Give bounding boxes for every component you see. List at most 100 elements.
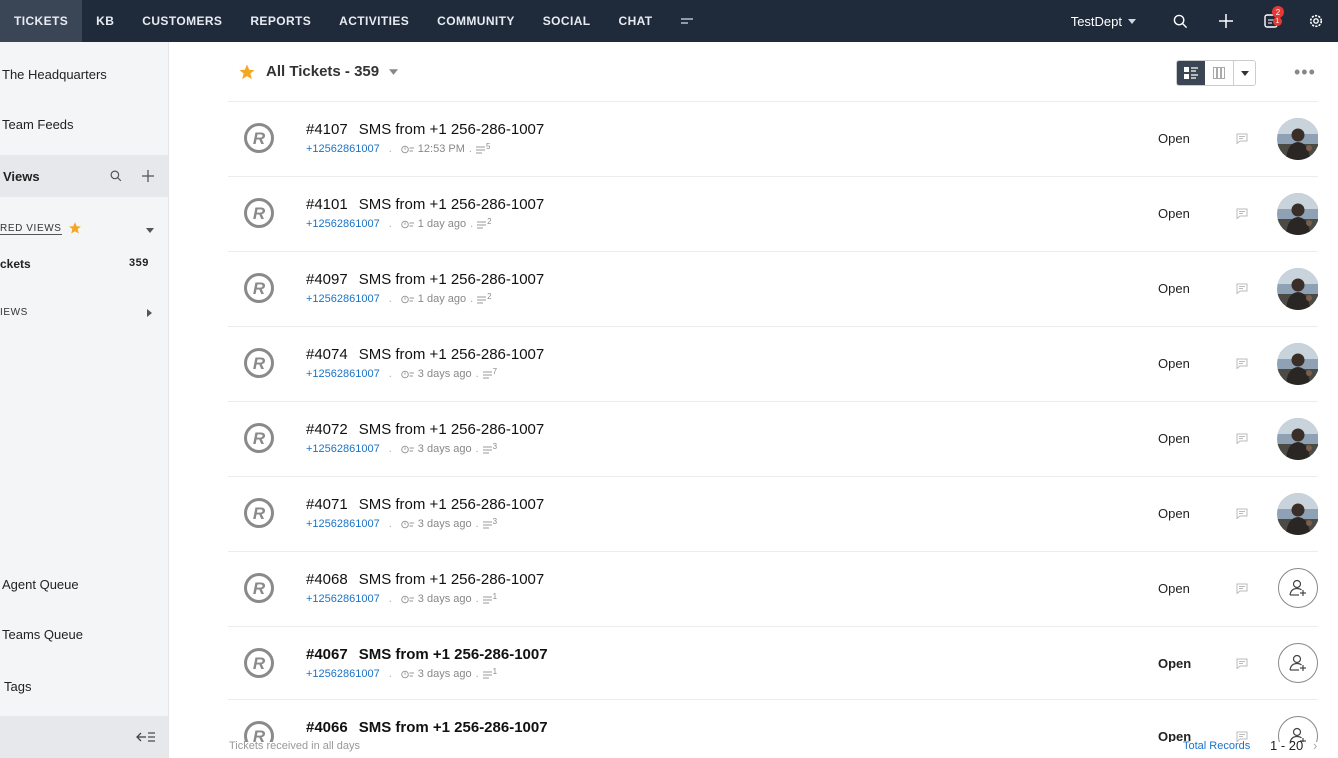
ticket-number: #4066 [306, 719, 348, 736]
tab-tickets[interactable]: TICKETS [0, 0, 83, 42]
agent-avatar[interactable] [1277, 118, 1318, 160]
sidebar-item-team-feeds[interactable]: Team Feeds [2, 117, 74, 132]
tab-chat[interactable]: CHAT [605, 0, 667, 42]
meta-separator: . [388, 218, 392, 230]
tab-activities[interactable]: ACTIVITIES [325, 0, 423, 42]
sidebar-item-tags[interactable]: Tags [4, 679, 31, 694]
ticket-title[interactable]: #4101 SMS from +1 256-286-1007 [306, 196, 544, 213]
contact-logo-icon: R [244, 198, 274, 228]
tab-kb[interactable]: KB [82, 0, 128, 42]
department-selector[interactable]: TestDept [1071, 14, 1136, 29]
ticket-title[interactable]: #4071 SMS from +1 256-286-1007 [306, 496, 544, 513]
meta-separator: . [388, 518, 392, 530]
clock-icon [400, 370, 414, 378]
caret-down-icon[interactable] [146, 228, 154, 233]
more-tabs-icon[interactable] [667, 0, 707, 42]
comment-icon[interactable] [1236, 358, 1248, 369]
sidebar-item-all-tickets[interactable]: ckets [0, 257, 31, 271]
comment-icon[interactable] [1236, 508, 1248, 519]
thread-count: 5 [485, 141, 491, 151]
ticket-title[interactable]: #4066 SMS from +1 256-286-1007 [306, 719, 548, 736]
ticket-row[interactable]: R #4067 SMS from +1 256-286-1007 +1256286… [228, 627, 1318, 700]
search-icon[interactable] [110, 170, 122, 182]
agent-avatar[interactable] [1277, 493, 1318, 535]
status-label[interactable]: Open [1158, 131, 1190, 146]
agent-avatar[interactable] [1277, 193, 1318, 235]
ticket-title[interactable]: #4074 SMS from +1 256-286-1007 [306, 346, 544, 363]
ticket-title[interactable]: #4097 SMS from +1 256-286-1007 [306, 271, 544, 288]
ticket-subject: SMS from +1 256-286-1007 [358, 571, 545, 588]
collapse-sidebar-icon[interactable] [136, 731, 156, 743]
sidebar-item-headquarters[interactable]: The Headquarters [2, 67, 107, 82]
starred-views-label[interactable]: RED VIEWS [0, 223, 62, 235]
caret-right-icon[interactable] [147, 309, 152, 317]
layout-dropdown-button[interactable] [1233, 61, 1255, 85]
agent-avatar[interactable] [1277, 268, 1318, 310]
meta-separator: . [388, 668, 392, 680]
ticket-title[interactable]: #4072 SMS from +1 256-286-1007 [306, 421, 544, 438]
ticket-row[interactable]: R #4097 SMS from +1 256-286-1007 +1256286… [228, 252, 1318, 327]
assign-agent-button[interactable] [1278, 643, 1318, 683]
assign-agent-button[interactable] [1278, 568, 1318, 608]
tab-reports[interactable]: REPORTS [236, 0, 325, 42]
comment-icon[interactable] [1236, 433, 1248, 444]
ticket-title[interactable]: #4067 SMS from +1 256-286-1007 [306, 646, 548, 663]
collapse-sidebar-bar[interactable] [0, 716, 168, 758]
ticket-row[interactable]: R #4072 SMS from +1 256-286-1007 +1256286… [228, 402, 1318, 477]
ticket-row[interactable]: R #4101 SMS from +1 256-286-1007 +1256286… [228, 177, 1318, 252]
contact-phone-link[interactable]: +12562861007 [306, 293, 380, 305]
contact-phone-link[interactable]: +12562861007 [306, 518, 380, 530]
status-label[interactable]: Open [1158, 656, 1191, 671]
tab-social[interactable]: SOCIAL [529, 0, 605, 42]
agent-avatar[interactable] [1277, 418, 1318, 460]
more-options-icon[interactable]: ••• [1294, 62, 1316, 83]
caret-down-icon[interactable] [389, 68, 399, 75]
ticket-row[interactable]: R #4071 SMS from +1 256-286-1007 +1256286… [228, 477, 1318, 552]
ticket-time: 3 days ago [417, 518, 472, 530]
list-view-button[interactable] [1177, 61, 1205, 85]
comment-icon[interactable] [1236, 208, 1248, 219]
ticket-title[interactable]: #4107 SMS from +1 256-286-1007 [306, 121, 544, 138]
search-icon[interactable] [1158, 0, 1203, 42]
agent-avatar[interactable] [1277, 343, 1318, 385]
contact-phone-link[interactable]: +12562861007 [306, 143, 380, 155]
meta-separator: . [475, 668, 479, 680]
tab-community[interactable]: COMMUNITY [423, 0, 529, 42]
status-label[interactable]: Open [1158, 506, 1190, 521]
status-label[interactable]: Open [1158, 206, 1190, 221]
contact-phone-link[interactable]: +12562861007 [306, 368, 380, 380]
contact-phone-link[interactable]: +12562861007 [306, 593, 380, 605]
star-icon[interactable] [238, 63, 256, 81]
ticket-row[interactable]: R #4066SMS from +1 256-286-1007 . . Open [228, 700, 1318, 742]
status-label[interactable]: Open [1158, 431, 1190, 446]
ticket-row[interactable]: R #4068 SMS from +1 256-286-1007 +1256286… [228, 552, 1318, 627]
svg-text:R: R [253, 579, 266, 598]
comment-icon[interactable] [1236, 658, 1248, 669]
view-title[interactable]: All Tickets - 359 [266, 63, 379, 80]
sidebar-item-teams-queue[interactable]: Teams Queue [2, 627, 83, 642]
contact-phone-link[interactable]: +12562861007 [306, 668, 380, 680]
other-views-label[interactable]: IEWS [0, 307, 28, 318]
comment-icon[interactable] [1236, 133, 1248, 144]
notifications-icon[interactable]: 2 1 [1248, 0, 1293, 42]
contact-phone-link[interactable]: +12562861007 [306, 218, 380, 230]
contact-phone-link[interactable]: +12562861007 [306, 443, 380, 455]
gear-icon[interactable] [1293, 0, 1338, 42]
comment-icon[interactable] [1236, 583, 1248, 594]
status-label[interactable]: Open [1158, 281, 1190, 296]
ticket-title[interactable]: #4068 SMS from +1 256-286-1007 [306, 571, 544, 588]
star-icon [69, 222, 81, 234]
ticket-row[interactable]: R #4074 SMS from +1 256-286-1007 +1256286… [228, 327, 1318, 402]
plus-icon[interactable] [1203, 0, 1248, 42]
sidebar-item-agent-queue[interactable]: Agent Queue [2, 577, 79, 592]
status-label[interactable]: Open [1158, 581, 1190, 596]
plus-icon[interactable] [142, 170, 154, 182]
total-records-link[interactable]: Total Records [1183, 740, 1250, 752]
status-label[interactable]: Open [1158, 356, 1190, 371]
tab-customers[interactable]: CUSTOMERS [128, 0, 236, 42]
views-label: Views [3, 168, 40, 184]
ticket-row[interactable]: R #4107 SMS from +1 256-286-1007 +1256286… [228, 102, 1318, 177]
next-page-icon[interactable]: › [1313, 738, 1317, 753]
comment-icon[interactable] [1236, 283, 1248, 294]
board-view-button[interactable] [1205, 61, 1233, 85]
